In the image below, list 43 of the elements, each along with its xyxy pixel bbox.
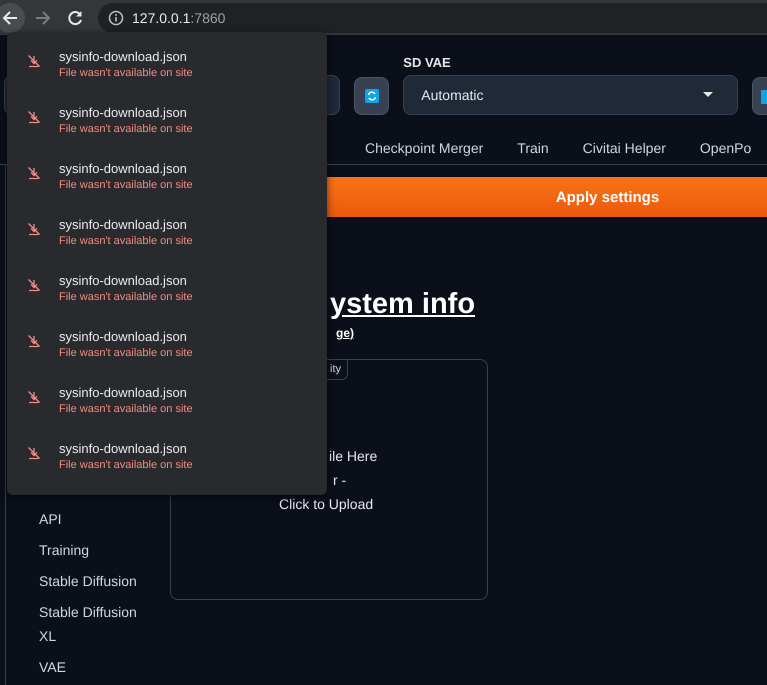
upload-hint: Click to Upload: [279, 495, 374, 513]
file-name[interactable]: sysinfo-download.json: [59, 329, 187, 344]
sidebar-item[interactable]: VAE: [39, 655, 157, 679]
download-status: File wasn't available on site: [59, 235, 193, 247]
refresh-button[interactable]: [354, 77, 390, 115]
sidebar-item[interactable]: Training: [39, 538, 157, 562]
download-blocked-icon: [27, 222, 41, 236]
download-blocked-icon: [27, 110, 41, 124]
download-link[interactable]: ge): [336, 326, 354, 340]
url-text: 127.0.0.1:7860: [132, 10, 226, 26]
address-bar[interactable]: 127.0.0.1:7860: [98, 2, 767, 32]
download-blocked-icon: [27, 446, 41, 460]
tab[interactable]: Checkpoint Merger: [365, 140, 484, 164]
file-name[interactable]: sysinfo-download.json: [59, 49, 187, 64]
download-blocked-icon: [27, 390, 41, 404]
back-icon[interactable]: [0, 2, 25, 32]
upload-hint: ile Here: [329, 447, 378, 465]
download-blocked-icon: [27, 334, 41, 348]
sidebar-item[interactable]: API: [39, 507, 157, 531]
file-name[interactable]: sysinfo-download.json: [59, 273, 187, 288]
tab[interactable]: Train: [517, 140, 549, 164]
file-name[interactable]: sysinfo-download.json: [59, 105, 187, 120]
file-name[interactable]: sysinfo-download.json: [59, 161, 187, 176]
tab[interactable]: Civitai Helper: [582, 140, 666, 164]
tab[interactable]: OpenPo: [700, 140, 752, 164]
upload-hint: r -: [333, 471, 346, 489]
vae-dropdown[interactable]: Automatic: [403, 75, 738, 115]
page-heading-link[interactable]: ystem info: [330, 286, 476, 322]
sidebar-item[interactable]: Stable Diffusion XL: [39, 600, 157, 648]
download-blocked-icon: [27, 166, 41, 180]
refresh-button[interactable]: [752, 77, 767, 115]
caret-icon: [703, 92, 714, 98]
download-status: File wasn't available on site: [59, 123, 193, 135]
download-status: File wasn't available on site: [59, 347, 193, 359]
download-status: File wasn't available on site: [59, 67, 193, 79]
field-label: SD VAE: [403, 55, 452, 71]
info-icon[interactable]: [108, 10, 124, 26]
download-blocked-icon: [27, 54, 41, 68]
download-status: File wasn't available on site: [59, 291, 193, 303]
sidebar-item[interactable]: Stable Diffusion: [39, 569, 157, 593]
download-blocked-icon: [27, 278, 41, 292]
file-name[interactable]: sysinfo-download.json: [59, 217, 187, 232]
refresh-icon: [364, 89, 379, 103]
